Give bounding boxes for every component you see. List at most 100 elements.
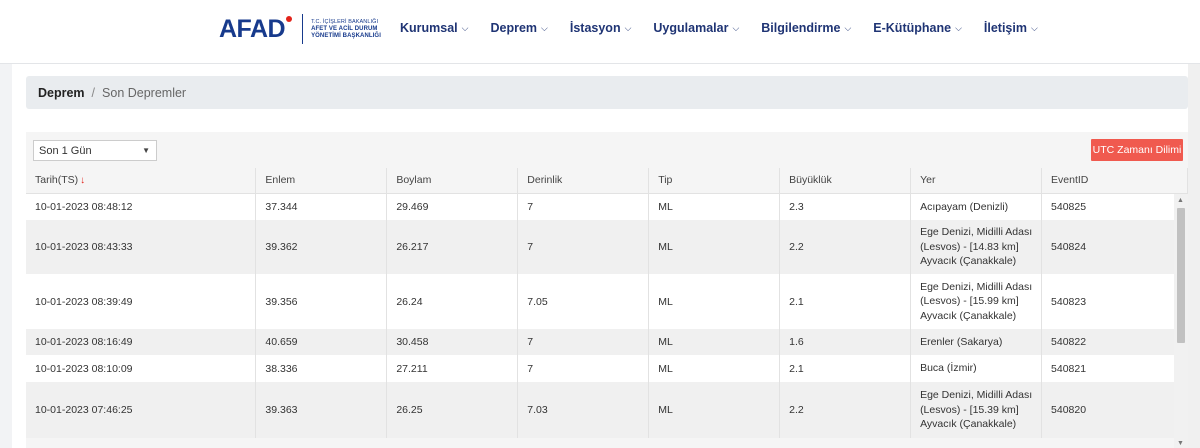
column-header-event-id[interactable]: EventID xyxy=(1041,168,1188,194)
column-header-type[interactable]: Tip xyxy=(648,168,781,194)
breadcrumb-separator: / xyxy=(91,85,96,100)
cell-type: ML xyxy=(648,329,781,355)
cell-lat: 38.336 xyxy=(255,355,388,382)
cell-lat: 40.659 xyxy=(255,329,388,355)
nav-label: İstasyon xyxy=(569,21,621,35)
cell-date: 10-01-2023 08:48:12 xyxy=(26,193,257,220)
column-header-lon[interactable]: Boylam xyxy=(386,168,519,194)
cell-lon: 26.217 xyxy=(386,220,519,274)
table-scrollbar[interactable]: ▲ ▼ xyxy=(1174,194,1188,448)
logo-line-2: AFET VE ACİL DURUM xyxy=(311,25,378,32)
cell-magnitude: 2.1 xyxy=(779,274,912,329)
time-range-value: Son 1 Gün xyxy=(39,144,92,157)
cell-location: Ege Denizi, Midilli Adası (Lesvos) - [14… xyxy=(910,220,1043,274)
location-line: Ege Denizi, Midilli Adası xyxy=(920,226,1033,239)
chevron-down-icon: ⌵ xyxy=(955,22,962,33)
main-nav: Kurumsal ⌵ Deprem ⌵ İstasyon ⌵ Uygulamalar ⌵… xyxy=(400,21,1060,35)
table-row[interactable]: 10-01-2023 08:10:09 38.336 27.211 7 ML 2… xyxy=(26,355,1188,382)
caret-down-icon: ▼ xyxy=(142,146,150,155)
column-header-depth[interactable]: Derinlik xyxy=(517,168,650,194)
nav-item-iletisim[interactable]: İletişim ⌵ xyxy=(984,21,1038,35)
location-line: Ayvacık (Çanakkale) xyxy=(920,309,1017,322)
logo-red-dot xyxy=(286,16,293,22)
cell-magnitude: 2.2 xyxy=(779,220,912,274)
cell-depth: 7.03 xyxy=(517,382,650,438)
cell-lat: 39.363 xyxy=(255,382,388,438)
cell-magnitude: 2.2 xyxy=(779,382,912,438)
cell-lat: 39.356 xyxy=(255,274,388,329)
column-header-location[interactable]: Yer xyxy=(910,168,1043,194)
location-line: Ayvacık (Çanakkale) xyxy=(920,255,1017,268)
location-line: (Lesvos) - [14.83 km] xyxy=(920,240,1019,253)
column-header-date[interactable]: Tarih(TS) ↓ xyxy=(26,168,257,194)
location-line: Buca (İzmir) xyxy=(920,362,977,375)
nav-item-deprem[interactable]: Deprem ⌵ xyxy=(490,21,547,35)
chevron-down-icon: ⌵ xyxy=(624,22,632,33)
cell-magnitude: 2.3 xyxy=(779,193,912,220)
location-line: Ege Denizi, Midilli Adası xyxy=(920,389,1033,402)
nav-label: Uygulamalar xyxy=(653,21,729,35)
location-line: Erenler (Sakarya) xyxy=(920,335,1003,348)
cell-date: 10-01-2023 08:39:49 xyxy=(26,274,257,329)
nav-item-bilgilendirme[interactable]: Bilgilendirme ⌵ xyxy=(761,21,851,35)
cell-depth: 7 xyxy=(517,193,650,220)
chevron-down-icon: ⌵ xyxy=(844,22,852,33)
table-row[interactable]: 10-01-2023 08:16:49 40.659 30.458 7 ML 1… xyxy=(26,329,1188,355)
time-range-select[interactable]: Son 1 Gün ▼ xyxy=(33,140,157,161)
nav-item-uygulamalar[interactable]: Uygulamalar ⌵ xyxy=(653,21,739,35)
cell-location: Erenler (Sakarya) xyxy=(910,329,1043,355)
cell-event-id: 540823 xyxy=(1041,274,1188,329)
scroll-down-arrow-icon[interactable]: ▼ xyxy=(1177,440,1184,447)
cell-lon: 26.25 xyxy=(386,382,519,438)
afad-logo[interactable]: AFAD T.C. İÇİŞLERİ BAKANLIĞI AFET VE ACİ… xyxy=(219,12,381,46)
scroll-up-arrow-icon[interactable]: ▲ xyxy=(1177,197,1184,204)
cell-depth: 7 xyxy=(517,329,650,355)
page-scrollbar[interactable] xyxy=(1188,64,1200,448)
column-label: Tarih(TS) xyxy=(35,174,79,187)
earthquake-panel: Son 1 Gün ▼ UTC Zamanı Dilimi Tarih(TS) ↓… xyxy=(26,132,1188,448)
location-line: (Lesvos) - [15.99 km] xyxy=(920,295,1019,308)
column-header-lat[interactable]: Enlem xyxy=(255,168,388,194)
cell-lat: 39.362 xyxy=(255,220,388,274)
table-row[interactable]: 10-01-2023 08:43:33 39.362 26.217 7 ML 2… xyxy=(26,220,1188,274)
cell-lon: 30.458 xyxy=(386,329,519,355)
cell-lat: 37.344 xyxy=(255,193,388,220)
nav-item-kurumsal[interactable]: Kurumsal ⌵ xyxy=(400,21,468,35)
table-row[interactable]: 10-01-2023 08:48:12 37.344 29.469 7 ML 2… xyxy=(26,193,1188,220)
logo-line-1: T.C. İÇİŞLERİ BAKANLIĞI xyxy=(311,18,379,25)
logo-divider xyxy=(302,14,304,44)
breadcrumb-root[interactable]: Deprem xyxy=(38,86,85,100)
cell-type: ML xyxy=(648,220,781,274)
cell-lon: 26.24 xyxy=(386,274,519,329)
chevron-down-icon: ⌵ xyxy=(732,22,740,33)
table-row[interactable]: 10-01-2023 07:46:25 39.363 26.25 7.03 ML… xyxy=(26,382,1188,438)
table-header-row: Tarih(TS) ↓ Enlem Boylam Derinlik Tip Büy… xyxy=(26,168,1188,194)
breadcrumb: Deprem / Son Depremler xyxy=(26,76,1188,109)
cell-event-id: 540824 xyxy=(1041,220,1188,274)
cell-date: 10-01-2023 08:16:49 xyxy=(26,329,257,355)
cell-location: Ege Denizi, Midilli Adası (Lesvos) - [15… xyxy=(910,274,1043,329)
logo-mark: AFAD xyxy=(219,14,286,43)
cell-type: ML xyxy=(648,355,781,382)
cell-type: ML xyxy=(648,382,781,438)
cell-event-id: 540825 xyxy=(1041,193,1188,220)
cell-date: 10-01-2023 08:43:33 xyxy=(26,220,257,274)
logo-text: T.C. İÇİŞLERİ BAKANLIĞI AFET VE ACİL DUR… xyxy=(311,19,381,40)
nav-item-istasyon[interactable]: İstasyon ⌵ xyxy=(570,21,632,35)
sort-arrow-down-icon: ↓ xyxy=(80,175,86,187)
cell-lon: 29.469 xyxy=(386,193,519,220)
nav-item-e-kutuphane[interactable]: E-Kütüphane ⌵ xyxy=(873,21,962,35)
scrollbar-thumb[interactable] xyxy=(1177,208,1185,343)
nav-label: Bilgilendirme xyxy=(761,21,841,35)
table-row[interactable]: 10-01-2023 08:39:49 39.356 26.24 7.05 ML… xyxy=(26,274,1188,329)
cell-location: Buca (İzmir) xyxy=(910,355,1043,382)
earthquake-table: Tarih(TS) ↓ Enlem Boylam Derinlik Tip Büy… xyxy=(26,168,1188,438)
breadcrumb-current: Son Depremler xyxy=(102,85,187,100)
cell-magnitude: 2.1 xyxy=(779,355,912,382)
cell-event-id: 540822 xyxy=(1041,329,1188,355)
cell-location: Ege Denizi, Midilli Adası (Lesvos) - [15… xyxy=(910,382,1043,438)
column-header-magnitude[interactable]: Büyüklük xyxy=(779,168,912,194)
logo-line-3: YÖNETİMİ BAŞKANLIĞI xyxy=(311,32,381,39)
cell-magnitude: 1.6 xyxy=(779,329,912,355)
utc-timezone-button[interactable]: UTC Zamanı Dilimi xyxy=(1091,139,1183,161)
